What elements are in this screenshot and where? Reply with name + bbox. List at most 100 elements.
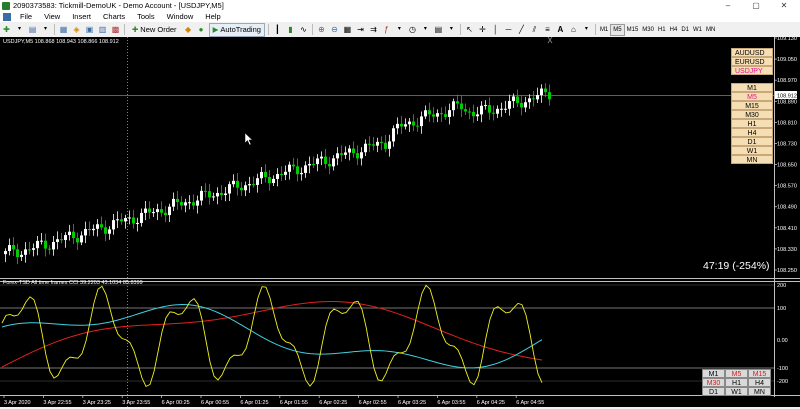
chart-window-icon[interactable] (3, 12, 11, 21)
candle-body (536, 95, 539, 100)
tf-panel-m15[interactable]: M15 (731, 101, 773, 110)
tf-button-m30[interactable]: M30 (640, 25, 656, 35)
candle-body (108, 229, 111, 234)
strategy-tester-icon[interactable]: ▩ (110, 24, 121, 35)
tf-panel-h4[interactable]: H4 (731, 128, 773, 137)
tile-windows-icon[interactable]: ▦ (342, 24, 353, 35)
templates-dropdown-icon[interactable]: ▾ (446, 24, 457, 35)
tf-button-w1[interactable]: W1 (691, 25, 704, 35)
menu-tools[interactable]: Tools (131, 12, 161, 21)
candle-body (180, 202, 183, 206)
candle-body (268, 177, 271, 184)
tf-panel-m30[interactable]: M30 (731, 110, 773, 119)
ind-grid-m15: M15 (748, 369, 771, 378)
line-chart-icon[interactable]: ∿ (298, 24, 309, 35)
tf-button-h1[interactable]: H1 (656, 25, 668, 35)
profiles-dropdown-icon[interactable]: ▾ (40, 24, 51, 35)
axis-layer: 109.130 109.050 108.970 108.890 108.810 108.7… (3, 36, 797, 406)
tf-panel-w1[interactable]: W1 (731, 146, 773, 155)
chart-shift-icon[interactable]: ⇥ (355, 24, 366, 35)
objects-dropdown-icon[interactable]: ▾ (581, 24, 592, 35)
price-label: 108.810 (777, 120, 797, 126)
navigator-icon[interactable]: ▣ (84, 24, 95, 35)
candle-body (248, 184, 251, 186)
indicators-dropdown-icon[interactable]: ▾ (394, 24, 405, 35)
time-label: 6 Apr 03:55 (437, 400, 465, 406)
maximize-button[interactable]: ▢ (742, 0, 770, 11)
close-button[interactable]: ✕ (770, 0, 798, 11)
data-window-icon[interactable]: ◈ (71, 24, 82, 35)
menu-window[interactable]: Window (161, 12, 200, 21)
period-dropdown-icon[interactable]: ▾ (420, 24, 431, 35)
bar-chart-icon[interactable]: ┃ (272, 24, 283, 35)
tf-button-h4[interactable]: H4 (668, 25, 680, 35)
symbol-button-audusd[interactable]: AUDUSD (731, 48, 773, 57)
indicators-icon[interactable]: ƒ (381, 24, 392, 35)
candle-body (64, 235, 67, 241)
vertical-line-icon[interactable]: │ (490, 24, 501, 35)
candle-body (136, 222, 139, 224)
tf-panel-h1[interactable]: H1 (731, 119, 773, 128)
trendline-icon[interactable]: ╱ (516, 24, 527, 35)
menu-help[interactable]: Help (199, 12, 226, 21)
ind-grid-h1: H1 (725, 378, 748, 387)
new-chart-icon[interactable]: ✚ (1, 24, 12, 35)
zoom-out-icon[interactable]: ⊖ (329, 24, 340, 35)
time-label: 6 Apr 01:55 (280, 400, 308, 406)
candle-body (424, 110, 427, 117)
ind-grid-h4: H4 (748, 378, 771, 387)
candlestick-icon[interactable]: ▮ (285, 24, 296, 35)
tf-panel-m5[interactable]: M5 (731, 92, 773, 101)
autotrading-button[interactable]: ▶ AutoTrading (208, 22, 265, 37)
menu-file[interactable]: File (14, 12, 38, 21)
symbol-button-eurusd[interactable]: EURUSD (731, 57, 773, 66)
candle-body (164, 212, 167, 216)
candle-body (168, 206, 171, 216)
fibonacci-icon[interactable]: ≡ (542, 24, 553, 35)
tf-panel-m1[interactable]: M1 (731, 83, 773, 92)
metaeditor-icon[interactable]: ◆ (183, 24, 194, 35)
text-icon[interactable]: A (555, 24, 566, 35)
crosshair-icon[interactable]: ✛ (477, 24, 488, 35)
candle-body (12, 245, 15, 250)
market-icon[interactable]: ● (196, 24, 207, 35)
tf-button-m1[interactable]: M1 (598, 25, 610, 35)
profiles-icon[interactable]: ▤ (27, 24, 38, 35)
candle-body (488, 105, 491, 113)
minimize-button[interactable]: – (714, 0, 742, 11)
period-icon[interactable]: ◷ (407, 24, 418, 35)
channel-icon[interactable]: ⫽ (529, 24, 540, 35)
candle-body (500, 108, 503, 110)
candle-body (128, 217, 131, 219)
menu-insert[interactable]: Insert (66, 12, 97, 21)
terminal-icon[interactable]: ▥ (97, 24, 108, 35)
chart-window[interactable]: 109.130 109.050 108.970 108.890 108.810 108.7… (0, 36, 800, 407)
chart-canvas[interactable]: 109.130 109.050 108.970 108.890 108.810 108.7… (0, 36, 800, 407)
cursor-icon[interactable]: ↖ (464, 24, 475, 35)
candle-body (224, 193, 227, 196)
indicator-info: Forex-TSD All time frames CCI 39.2203 43… (3, 280, 143, 286)
symbol-button-usdjpy[interactable]: USDJPY (731, 66, 773, 75)
market-watch-icon[interactable]: ▦ (58, 24, 69, 35)
label-icon[interactable]: ⌂ (568, 24, 579, 35)
menu-charts[interactable]: Charts (97, 12, 131, 21)
candle-body (420, 116, 423, 127)
templates-icon[interactable]: ▤ (433, 24, 444, 35)
candle-body (444, 114, 447, 117)
tf-panel-d1[interactable]: D1 (731, 137, 773, 146)
tf-button-m15[interactable]: M15 (625, 25, 641, 35)
dropdown-arrow-icon[interactable]: ▾ (14, 24, 25, 35)
horizontal-line-icon[interactable]: ─ (503, 24, 514, 35)
candle-body (464, 109, 467, 112)
candle-body (376, 141, 379, 146)
auto-scroll-icon[interactable]: ⇉ (368, 24, 379, 35)
tf-button-d1[interactable]: D1 (679, 25, 691, 35)
tf-button-m5[interactable]: M5 (610, 23, 625, 36)
tf-panel-mn[interactable]: MN (731, 155, 773, 164)
new-order-button[interactable]: ✚ New Order (128, 23, 181, 37)
candle-body (328, 163, 331, 167)
cci-level-label: 200 (777, 283, 786, 289)
zoom-in-icon[interactable]: ⊕ (316, 24, 327, 35)
menu-view[interactable]: View (38, 12, 66, 21)
tf-button-mn[interactable]: MN (704, 25, 717, 35)
